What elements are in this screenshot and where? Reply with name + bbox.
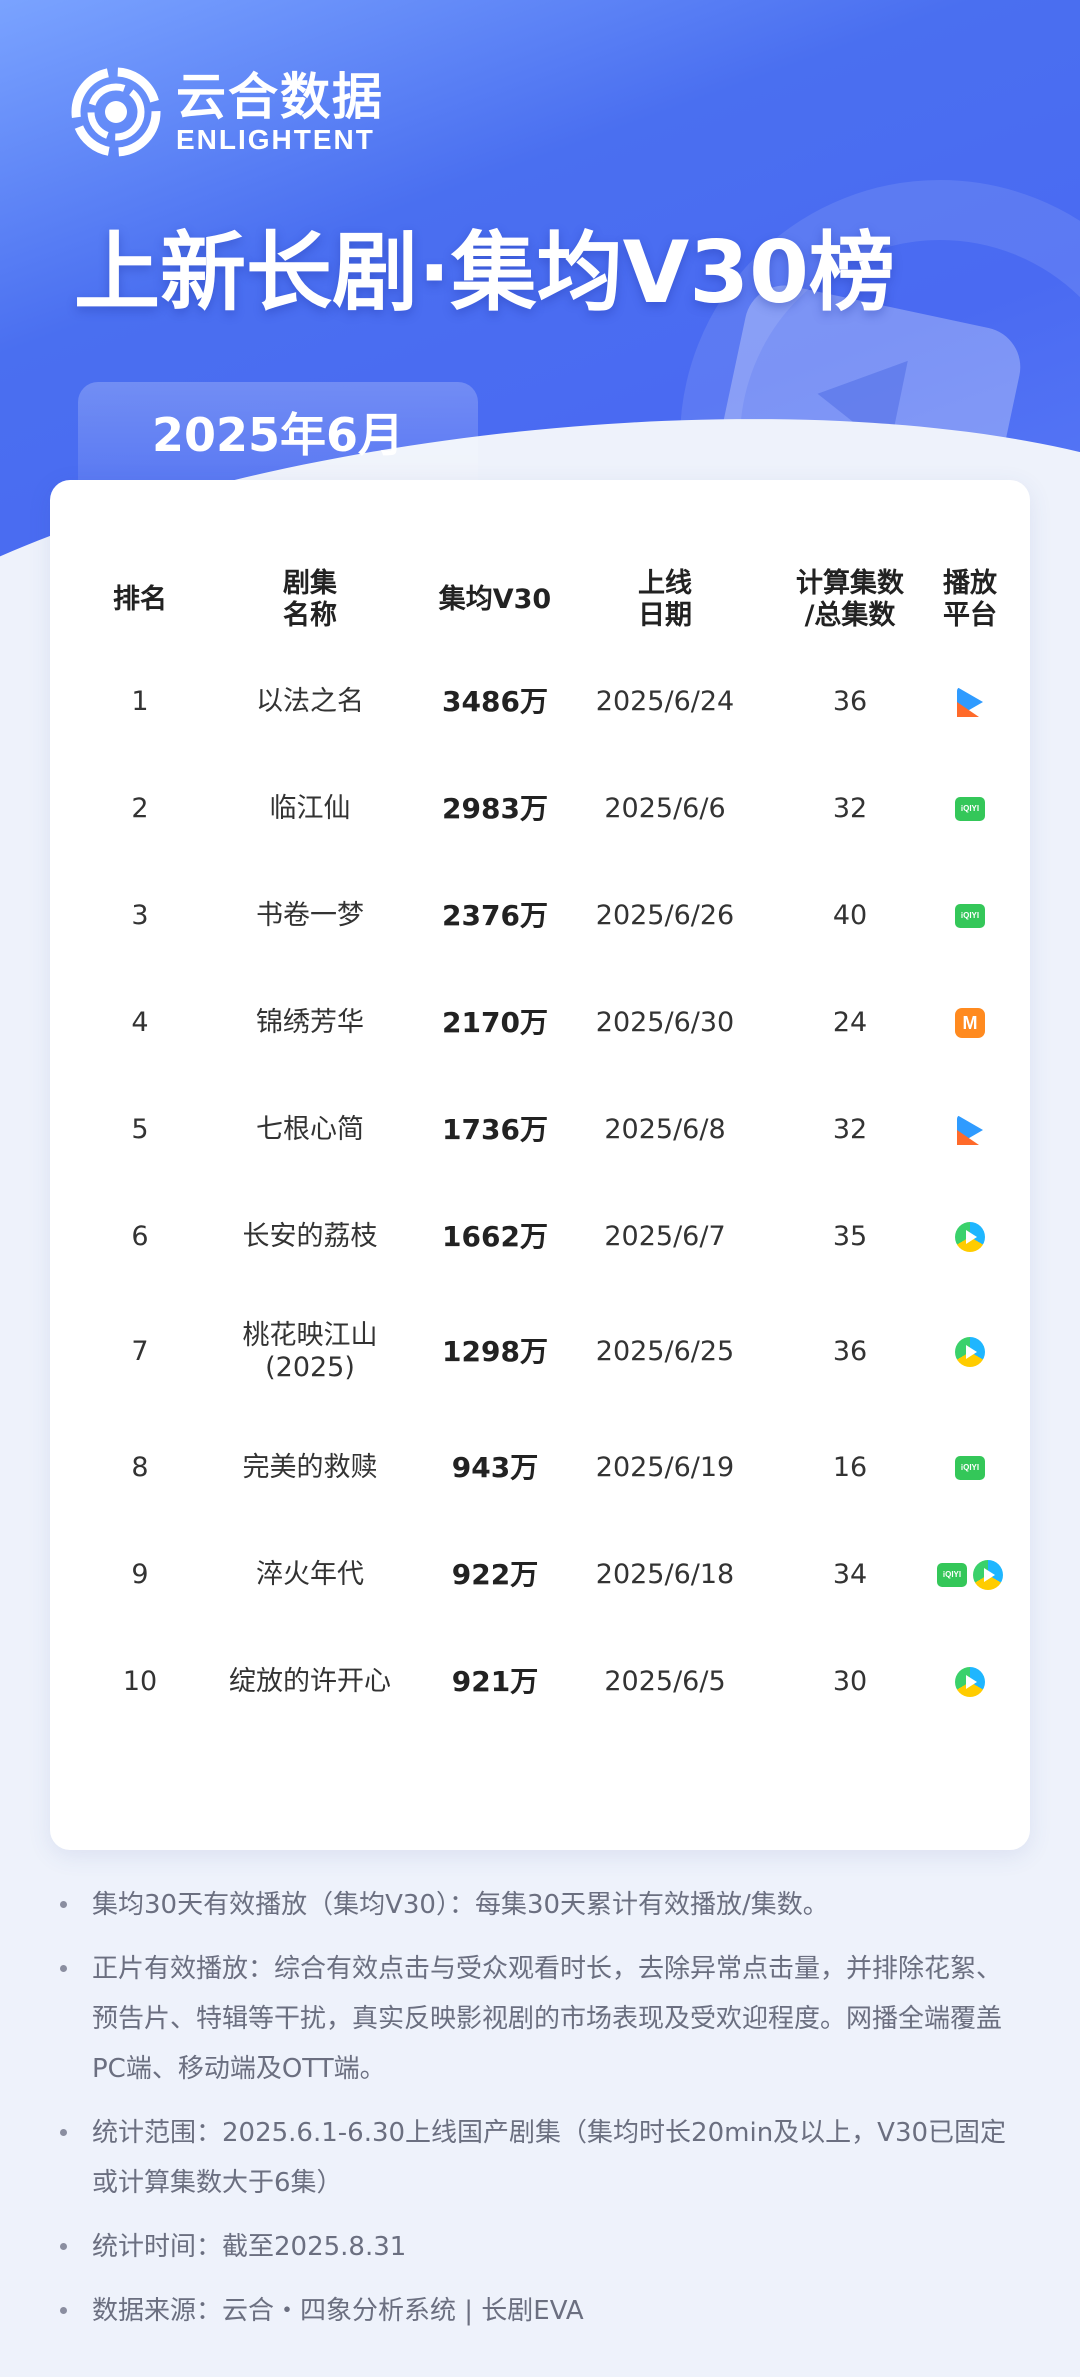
youku-icon bbox=[957, 687, 983, 717]
note-text: 统计时间：截至2025.8.31 bbox=[92, 2232, 407, 2262]
bullet-icon bbox=[60, 2129, 67, 2136]
note-item: 集均30天有效播放（集均V30）：每集30天累计有效播放/集数。 bbox=[60, 1880, 1022, 1930]
drama-name-text: (2025) bbox=[265, 1352, 355, 1383]
column-header-text: 上线 bbox=[638, 568, 692, 599]
drama-name-text: 绽放的许开心 bbox=[229, 1666, 391, 1697]
note-item: 数据来源：云合・四象分析系统 | 长剧EVA bbox=[60, 2286, 1022, 2336]
table-row: 1 以法之名 3486万 2025/6/24 36 bbox=[50, 652, 1030, 752]
drama-name-text: 淬火年代 bbox=[256, 1559, 364, 1590]
drama-name-text: 临江仙 bbox=[269, 793, 351, 824]
platform-cell: M bbox=[910, 973, 1030, 1073]
table-row: 9 淬火年代 922万 2025/6/18 34 iQIYI bbox=[50, 1525, 1030, 1625]
iqiyi-icon: iQIYI bbox=[955, 1456, 985, 1480]
iqiyi-icon: iQIYI bbox=[955, 904, 985, 928]
rank-cell: 2 bbox=[131, 793, 149, 824]
page-title: 上新长剧·集均V30榜 bbox=[74, 223, 895, 323]
rank-cell: 8 bbox=[131, 1452, 149, 1483]
drama-name-cell: 淬火年代 bbox=[200, 1525, 420, 1625]
enlightent-logo-icon bbox=[71, 67, 161, 157]
table-row: 8 完美的救赎 943万 2025/6/19 16 iQIYI bbox=[50, 1418, 1030, 1518]
youku-icon bbox=[957, 1115, 983, 1145]
rank-cell: 3 bbox=[131, 900, 149, 931]
platform-cell: iQIYI bbox=[910, 866, 1030, 966]
tencent-video-icon bbox=[955, 1222, 985, 1252]
rank-cell: 4 bbox=[131, 1007, 149, 1038]
column-header-text: /总集数 bbox=[804, 600, 896, 631]
notes-list: 集均30天有效播放（集均V30）：每集30天累计有效播放/集数。正片有效播放：综… bbox=[60, 1880, 1022, 2350]
platform-cell: iQIYI bbox=[910, 1525, 1030, 1625]
column-header-text: 平台 bbox=[943, 600, 997, 631]
table-row: 2 临江仙 2983万 2025/6/6 32 iQIYI bbox=[50, 759, 1030, 859]
drama-name-text: 桃花映江山 bbox=[242, 1320, 378, 1351]
drama-name-cell: 锦绣芳华 bbox=[200, 973, 420, 1073]
ranking-table-card: 排名 剧集 名称 集均V30 上线 日期 计算集数/总集数 播放 平台 1 以法之名 3486万 20… bbox=[50, 480, 1030, 1850]
drama-name-cell: 长安的荔枝 bbox=[200, 1187, 420, 1287]
iqiyi-icon: iQIYI bbox=[937, 1563, 967, 1587]
platform-cell bbox=[910, 1292, 1030, 1412]
bullet-icon bbox=[60, 1901, 67, 1908]
note-text: 正片有效播放：综合有效点击与受众观看时长，去除异常点击量，并排除花絮、预告片、特… bbox=[92, 1954, 1003, 2084]
drama-name-text: 以法之名 bbox=[256, 686, 364, 717]
drama-name-cell: 完美的救赎 bbox=[200, 1418, 420, 1518]
iqiyi-icon: iQIYI bbox=[955, 797, 985, 821]
column-header-text: 排名 bbox=[113, 584, 167, 615]
column-header-text: 集均V30 bbox=[438, 584, 552, 615]
column-header-text: 剧集 bbox=[283, 568, 337, 599]
note-item: 统计时间：截至2025.8.31 bbox=[60, 2222, 1022, 2272]
table-row: 5 七根心简 1736万 2025/6/8 32 bbox=[50, 1080, 1030, 1180]
note-item: 正片有效播放：综合有效点击与受众观看时长，去除异常点击量，并排除花絮、预告片、特… bbox=[60, 1944, 1022, 2094]
table-row: 7 桃花映江山 (2025) 1298万 2025/6/25 36 bbox=[50, 1292, 1030, 1412]
column-header-text: 日期 bbox=[638, 600, 692, 631]
bullet-icon bbox=[60, 2243, 67, 2250]
drama-name-cell: 书卷一梦 bbox=[200, 866, 420, 966]
brand-name-en: ENLIGHTENT bbox=[176, 124, 375, 155]
note-text: 集均30天有效播放（集均V30）：每集30天累计有效播放/集数。 bbox=[92, 1890, 829, 1920]
note-item: 统计范围：2025.6.1-6.30上线国产剧集（集均时长20min及以上，V3… bbox=[60, 2108, 1022, 2208]
table-row: 6 长安的荔枝 1662万 2025/6/7 35 bbox=[50, 1187, 1030, 1287]
platform-cell: iQIYI bbox=[910, 1418, 1030, 1518]
rank-cell: 9 bbox=[131, 1559, 149, 1590]
column-header-text: 播放 bbox=[943, 568, 997, 599]
table-row: 3 书卷一梦 2376万 2025/6/26 40 iQIYI bbox=[50, 866, 1030, 966]
tencent-video-icon bbox=[973, 1560, 1003, 1590]
drama-name-cell: 以法之名 bbox=[200, 652, 420, 752]
drama-name-text: 长安的荔枝 bbox=[242, 1221, 378, 1252]
brand-name-cn: 云合数据 bbox=[176, 68, 384, 126]
drama-name-text: 书卷一梦 bbox=[256, 900, 364, 931]
tencent-video-icon bbox=[955, 1667, 985, 1697]
tencent-video-icon bbox=[955, 1337, 985, 1367]
brand-logo: 云合数据 ENLIGHTENT bbox=[70, 66, 384, 158]
drama-name-cell: 绽放的许开心 bbox=[200, 1632, 420, 1732]
note-text: 统计范围：2025.6.1-6.30上线国产剧集（集均时长20min及以上，V3… bbox=[92, 2118, 1007, 2198]
platform-cell bbox=[910, 652, 1030, 752]
rank-cell: 5 bbox=[131, 1114, 149, 1145]
mango-icon: M bbox=[955, 1008, 985, 1038]
drama-name-cell: 七根心简 bbox=[200, 1080, 420, 1180]
period-label: 2025年6月 bbox=[152, 408, 405, 462]
platform-cell bbox=[910, 1632, 1030, 1732]
drama-name-text: 完美的救赎 bbox=[242, 1452, 378, 1483]
rank-cell: 1 bbox=[131, 686, 149, 717]
table-row: 4 锦绣芳华 2170万 2025/6/30 24 M bbox=[50, 973, 1030, 1073]
table-row: 10 绽放的许开心 921万 2025/6/5 30 bbox=[50, 1632, 1030, 1732]
rank-cell: 7 bbox=[131, 1336, 149, 1367]
drama-name-cell: 临江仙 bbox=[200, 759, 420, 859]
drama-name-text: 七根心简 bbox=[256, 1114, 364, 1145]
platform-cell bbox=[910, 1080, 1030, 1180]
drama-name-text: 锦绣芳华 bbox=[256, 1007, 364, 1038]
rank-cell: 6 bbox=[131, 1221, 149, 1252]
column-header-text: 名称 bbox=[283, 600, 337, 631]
rank-cell: 10 bbox=[122, 1666, 158, 1697]
bullet-icon bbox=[60, 2307, 67, 2314]
note-text: 数据来源：云合・四象分析系统 | 长剧EVA bbox=[92, 2296, 584, 2326]
platform-cell bbox=[910, 1187, 1030, 1287]
drama-name-cell: 桃花映江山 (2025) bbox=[200, 1292, 420, 1412]
bullet-icon bbox=[60, 1965, 67, 1972]
platform-cell: iQIYI bbox=[910, 759, 1030, 859]
column-header-text: 计算集数 bbox=[796, 568, 904, 599]
